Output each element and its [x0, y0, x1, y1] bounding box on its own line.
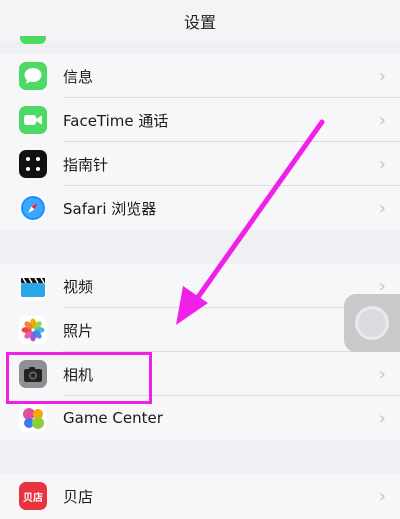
annotation-arrow-icon	[176, 119, 325, 325]
